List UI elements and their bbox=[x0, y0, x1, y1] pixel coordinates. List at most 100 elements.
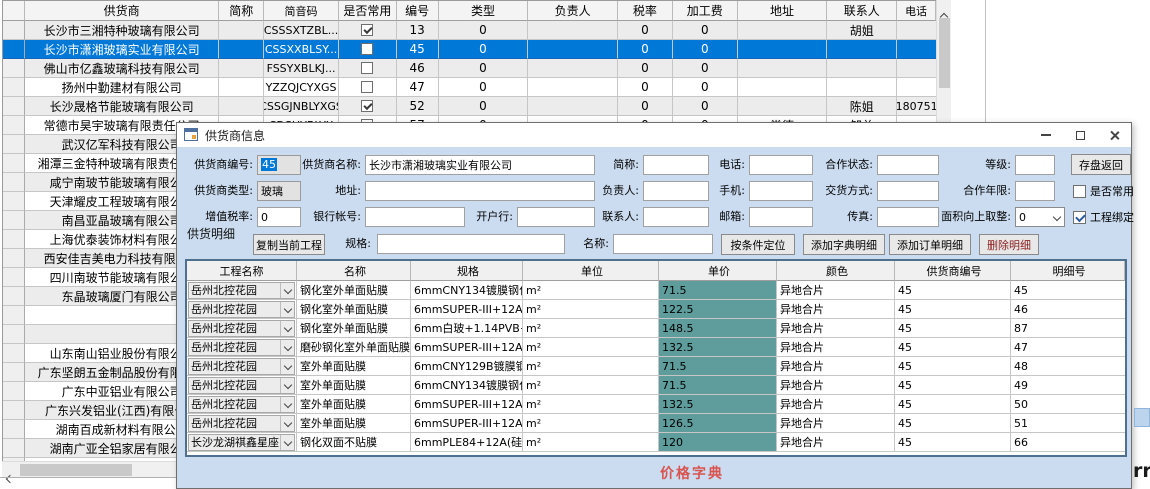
project-combobox[interactable]: 岳州北控花园 bbox=[188, 282, 295, 299]
common-checkbox[interactable] bbox=[361, 24, 373, 36]
save-return-button[interactable]: 存盘返回 bbox=[1071, 154, 1131, 175]
grade-field[interactable] bbox=[1015, 155, 1055, 175]
col-header-supplier-no[interactable]: 供货商编号 bbox=[895, 261, 1011, 281]
contact-cell: 胡姐 bbox=[827, 21, 897, 40]
col-header-code[interactable]: 简音码 bbox=[264, 1, 339, 21]
project-combobox[interactable]: 岳州北控花园 bbox=[188, 358, 295, 375]
close-icon bbox=[1109, 130, 1120, 141]
minimize-button[interactable] bbox=[1029, 123, 1063, 147]
project-combobox[interactable]: 岳州北控花园 bbox=[188, 415, 295, 432]
col-header-number[interactable]: 编号 bbox=[397, 1, 439, 21]
manager-cell bbox=[528, 78, 618, 97]
project-combobox[interactable]: 岳州北控花园 bbox=[188, 301, 295, 318]
table-row[interactable]: 扬州中勤建材有限公司 YZZQJCYXGS 47 0 0 0 bbox=[3, 78, 936, 97]
round-up-combobox[interactable]: 0 bbox=[1015, 207, 1065, 227]
col-header-address[interactable]: 地址 bbox=[738, 1, 828, 21]
copy-project-button[interactable]: 复制当前工程 bbox=[253, 234, 325, 255]
detail-row[interactable]: 岳州北控花园 钢化室外单面贴膜 6mmCNY134镀膜钢化 m² 71.5 异地… bbox=[187, 281, 1125, 300]
vat-field[interactable] bbox=[257, 207, 301, 227]
table-row[interactable]: 长沙晟格节能玻璃有限公司 CSSGJNBLYXGS 52 0 0 0 陈姐 18… bbox=[3, 97, 936, 116]
detail-row[interactable]: 岳州北控花园 室外单面贴膜 6mmSUPER-III+12A(硅... m² 1… bbox=[187, 414, 1125, 433]
common-checkbox[interactable] bbox=[361, 62, 373, 74]
maximize-button[interactable] bbox=[1063, 123, 1097, 147]
project-cell: 岳州北控花园 bbox=[187, 414, 297, 433]
address-field[interactable] bbox=[365, 181, 595, 201]
spec-cell: 6mmCNY134镀膜钢化 bbox=[411, 281, 523, 300]
locate-by-condition-button[interactable]: 按条件定位 bbox=[721, 234, 795, 255]
address-label: 地址: bbox=[297, 181, 361, 201]
col-header-manager[interactable]: 负责人 bbox=[528, 1, 618, 21]
detail-row[interactable]: 长沙龙湖祺鑫星座 钢化双面不贴膜 6mmPLE84+12A(硅酮胶... m² … bbox=[187, 433, 1125, 452]
col-header-contact[interactable]: 联系人 bbox=[827, 1, 897, 21]
common-checkbox[interactable] bbox=[361, 100, 373, 112]
col-header-abbr[interactable]: 简称 bbox=[219, 1, 264, 21]
background-artifact-blue bbox=[1134, 408, 1150, 427]
dialog-titlebar[interactable]: 供货商信息 bbox=[177, 123, 1131, 147]
detail-row[interactable]: 岳州北控花园 室外单面贴膜 6mmSUPER-III+12A(硅... m² 1… bbox=[187, 395, 1125, 414]
col-header-type[interactable]: 类型 bbox=[439, 1, 529, 21]
col-header-project[interactable]: 工程名称 bbox=[187, 261, 297, 281]
detail-row[interactable]: 岳州北控花园 室外单面贴膜 6mmCNY129B镀膜钢化 m² 71.5 异地合… bbox=[187, 357, 1125, 376]
col-header-name[interactable]: 名称 bbox=[297, 261, 411, 281]
phone-cell bbox=[897, 40, 936, 59]
manager-field[interactable] bbox=[643, 181, 709, 201]
bank-branch-field[interactable] bbox=[517, 207, 595, 227]
project-combobox[interactable]: 长沙龙湖祺鑫星座 bbox=[188, 434, 295, 451]
table-row[interactable]: 佛山市亿鑫玻璃科技有限公司 FSSYXBLKJ... 46 0 0 0 bbox=[3, 59, 936, 78]
unit-cell: m² bbox=[523, 281, 659, 300]
name-filter-input[interactable] bbox=[613, 234, 713, 254]
delete-detail-button[interactable]: 删除明细 bbox=[979, 234, 1039, 255]
col-header-unit[interactable]: 单位 bbox=[523, 261, 659, 281]
col-header-price[interactable]: 单价 bbox=[659, 261, 777, 281]
supplier-type-field[interactable] bbox=[257, 181, 301, 201]
project-combobox[interactable]: 岳州北控花园 bbox=[188, 339, 295, 356]
row-header-cell bbox=[3, 97, 25, 116]
detail-row[interactable]: 岳州北控花园 磨砂钢化室外单面贴膜 6mmSUPER-III+12A(硅... … bbox=[187, 338, 1125, 357]
common-used-checkbox[interactable]: 是否常用 bbox=[1073, 181, 1134, 201]
col-header-phone[interactable]: 电话 bbox=[897, 1, 936, 21]
coop-status-field[interactable] bbox=[877, 155, 939, 175]
delivery-field[interactable] bbox=[877, 181, 939, 201]
spec-filter-input[interactable] bbox=[377, 234, 565, 254]
col-header-supplier[interactable]: 供货商 bbox=[25, 1, 219, 21]
col-header-common[interactable]: 是否常用 bbox=[339, 1, 397, 21]
detail-no-cell: 47 bbox=[1011, 338, 1125, 357]
unit-cell: m² bbox=[523, 395, 659, 414]
col-header-taxrate[interactable]: 税率 bbox=[618, 1, 673, 21]
chevron-down-icon bbox=[280, 340, 294, 355]
supplier-name-field[interactable] bbox=[365, 155, 595, 175]
code-cell: YZZQJCYXGS bbox=[264, 78, 339, 97]
coop-years-field[interactable] bbox=[1015, 181, 1055, 201]
horizontal-scroll-thumb[interactable] bbox=[20, 464, 132, 476]
project-combobox[interactable]: 岳州北控花园 bbox=[188, 396, 295, 413]
price-cell: 122.5 bbox=[659, 300, 777, 319]
col-header-fee[interactable]: 加工费 bbox=[673, 1, 738, 21]
close-button[interactable] bbox=[1097, 123, 1131, 147]
vertical-scroll-thumb[interactable] bbox=[939, 18, 950, 88]
phone-field[interactable] bbox=[749, 155, 813, 175]
contact-cell: 陈姐 bbox=[827, 97, 897, 116]
bank-account-field[interactable] bbox=[365, 207, 465, 227]
common-checkbox[interactable] bbox=[361, 43, 373, 55]
supplier-no-field[interactable]: 45 bbox=[257, 155, 301, 175]
col-header-spec[interactable]: 规格 bbox=[411, 261, 523, 281]
abbr-field[interactable] bbox=[643, 155, 709, 175]
add-dict-detail-button[interactable]: 添加字典明细 bbox=[803, 234, 885, 255]
project-combobox[interactable]: 岳州北控花园 bbox=[188, 320, 295, 337]
detail-row[interactable]: 岳州北控花园 钢化室外单面贴膜 6mmSUPER-III+12A(硅... m²… bbox=[187, 300, 1125, 319]
detail-row[interactable]: 岳州北控花园 室外单面贴膜 6mmCNY134镀膜钢化 m² 71.5 异地合片… bbox=[187, 376, 1125, 395]
col-header-detail-no[interactable]: 明细号 bbox=[1011, 261, 1125, 281]
email-field[interactable] bbox=[749, 207, 813, 227]
detail-row[interactable]: 岳州北控花园 钢化室外单面贴膜 6mm白玻+1.14PVB+6mm... m² … bbox=[187, 319, 1125, 338]
phone-cell bbox=[897, 78, 936, 97]
contact-field[interactable] bbox=[643, 207, 709, 227]
project-bind-checkbox[interactable]: 工程绑定 bbox=[1073, 207, 1134, 227]
add-order-detail-button[interactable]: 添加订单明细 bbox=[889, 234, 971, 255]
table-row[interactable]: 长沙市潇湘玻璃实业有限公司 CSSXXBLSY... 45 0 0 0 bbox=[3, 40, 936, 59]
color-cell: 异地合片 bbox=[777, 357, 895, 376]
common-checkbox[interactable] bbox=[361, 81, 373, 93]
project-combobox[interactable]: 岳州北控花园 bbox=[188, 377, 295, 394]
col-header-color[interactable]: 颜色 bbox=[777, 261, 895, 281]
mobile-field[interactable] bbox=[749, 181, 813, 201]
table-row[interactable]: 长沙市三湘特种玻璃有限公司 CSSSXTZBL... 13 0 0 0 胡姐 bbox=[3, 21, 936, 40]
